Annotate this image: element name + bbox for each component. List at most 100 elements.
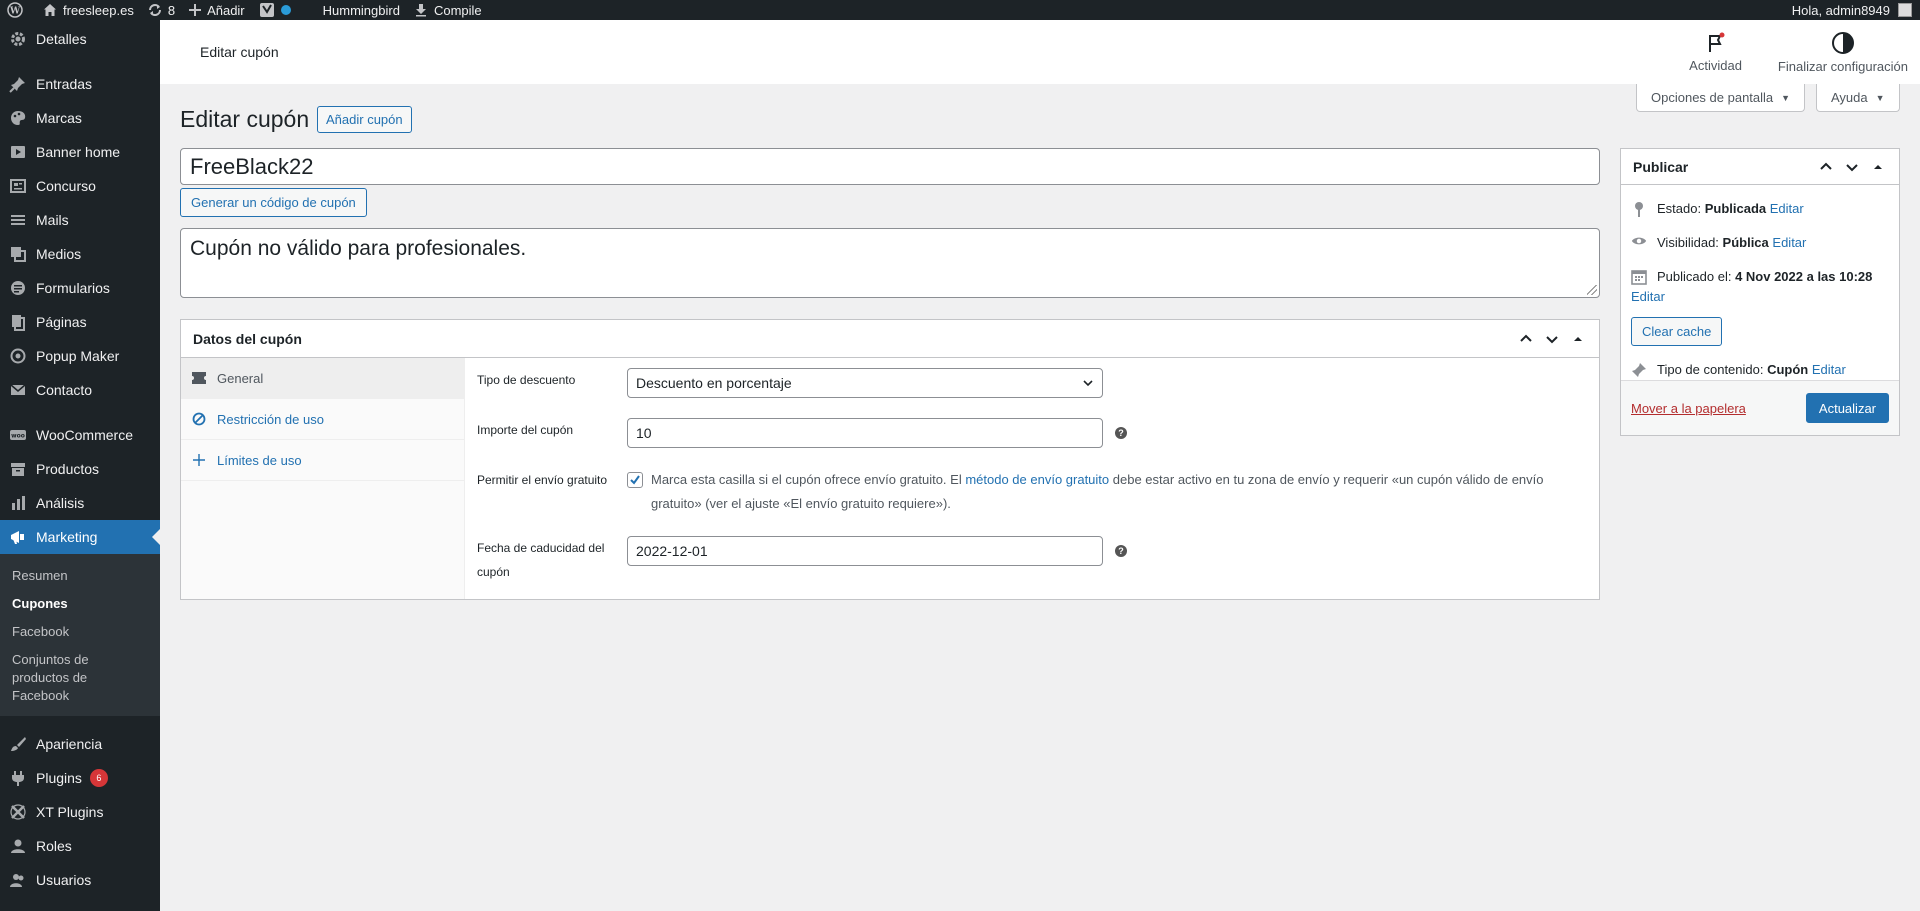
users-icon: [8, 870, 28, 890]
edit-published-date-link[interactable]: Editar: [1631, 287, 1665, 307]
sidebar-item-concurso[interactable]: Concurso: [0, 169, 160, 203]
hummingbird-link[interactable]: Hummingbird: [316, 0, 407, 20]
sidebar-item-detalles[interactable]: Detalles: [0, 22, 160, 56]
add-new-link[interactable]: Añadir: [182, 0, 252, 20]
pin-icon: [1631, 199, 1647, 217]
archive-icon: [8, 459, 28, 479]
content-type-label: Tipo de contenido:: [1657, 362, 1768, 377]
free-shipping-checkbox[interactable]: [627, 472, 643, 488]
checkmark-icon: [630, 475, 640, 485]
expiry-date-input[interactable]: 2022-12-01: [627, 536, 1103, 566]
site-name: freesleep.es: [63, 2, 134, 18]
coupon-code-input[interactable]: FreeBlack22: [180, 148, 1600, 185]
sidebar-item-usuarios[interactable]: Usuarios: [0, 863, 160, 897]
sidebar-item-roles[interactable]: Roles: [0, 829, 160, 863]
clear-cache-button[interactable]: Clear cache: [1631, 317, 1723, 346]
sidebar-item-label: XT Plugins: [36, 804, 104, 820]
wordpress-logo-button[interactable]: W: [0, 0, 36, 20]
compile-label: Compile: [433, 2, 482, 18]
chevron-up-icon[interactable]: [1513, 332, 1539, 346]
coupon-amount-input[interactable]: 10: [627, 418, 1103, 448]
submenu-item-facebook[interactable]: Facebook: [0, 618, 160, 646]
sidebar-item-productos[interactable]: Productos: [0, 452, 160, 486]
sidebar-item-contacto[interactable]: Contacto: [0, 373, 160, 407]
collapse-toggle-icon[interactable]: [1865, 162, 1891, 172]
move-to-trash-link[interactable]: Mover a la papelera: [1631, 401, 1746, 416]
collapse-toggle-icon[interactable]: [1565, 334, 1591, 344]
coupon-data-title: Datos del cupón: [193, 330, 302, 347]
calendar-icon: [1631, 267, 1647, 285]
sidebar-item-popup-maker[interactable]: Popup Maker: [0, 339, 160, 373]
update-button[interactable]: Actualizar: [1805, 393, 1889, 423]
finish-setup-button[interactable]: Finalizar configuración: [1772, 31, 1914, 74]
site-name-link[interactable]: freesleep.es: [36, 0, 141, 20]
free-shipping-method-link[interactable]: método de envío gratuito: [965, 472, 1109, 487]
chevron-down-icon[interactable]: [1839, 160, 1865, 174]
plus-icon: [189, 4, 202, 16]
edit-content-type-link[interactable]: Editar: [1812, 362, 1846, 377]
help-button[interactable]: Ayuda ▼: [1816, 84, 1900, 112]
published-label: Publicado el:: [1657, 269, 1736, 284]
my-account-link[interactable]: Hola, admin8949: [1785, 0, 1920, 20]
sidebar-item-label: Detalles: [36, 31, 87, 47]
general-fields-panel: Tipo de descuento Descuento en porcentaj…: [465, 358, 1599, 599]
caret-down-icon: ▼: [1781, 92, 1791, 103]
sidebar-item-formularios[interactable]: Formularios: [0, 271, 160, 305]
visibility-row: Visibilidad: Pública Editar: [1621, 233, 1899, 253]
sidebar-item-label: Apariencia: [36, 736, 103, 752]
woo-icon: woo: [8, 425, 28, 445]
seo-status-dot: [280, 5, 291, 15]
svg-text:W: W: [9, 7, 21, 17]
sidebar-item-label: Banner home: [36, 144, 121, 160]
sidebar-item-paginas[interactable]: Páginas: [0, 305, 160, 339]
sidebar-item-banner-home[interactable]: Banner home: [0, 135, 160, 169]
sidebar-item-woocommerce[interactable]: woo WooCommerce: [0, 418, 160, 452]
activity-button[interactable]: Actividad: [1683, 31, 1748, 74]
media-icon: [8, 244, 28, 264]
wordpress-icon: W: [7, 2, 23, 18]
coupon-data-tabs: General Restricción de uso Límites de us…: [181, 358, 465, 599]
help-label: Ayuda: [1831, 90, 1868, 105]
chevron-up-icon[interactable]: [1813, 160, 1839, 174]
header-title: Editar cupón: [200, 44, 279, 60]
finish-setup-label: Finalizar configuración: [1777, 58, 1908, 74]
sidebar-item-marcas[interactable]: Marcas: [0, 101, 160, 135]
tab-general[interactable]: General: [181, 358, 464, 399]
yoast-link[interactable]: [252, 0, 316, 20]
sidebar-item-entradas[interactable]: Entradas: [0, 67, 160, 101]
greeting: Hola, admin8949: [1791, 2, 1890, 18]
updates-count: 8: [167, 2, 176, 18]
add-coupon-button[interactable]: Añadir cupón: [317, 106, 412, 133]
sidebar-item-medios[interactable]: Medios: [0, 237, 160, 271]
help-tip-icon[interactable]: ?: [1115, 545, 1127, 557]
published-date-row: Publicado el: 4 Nov 2022 a las 10:28: [1621, 267, 1899, 287]
ticket-icon: [191, 372, 207, 384]
sidebar-item-apariencia[interactable]: Apariencia: [0, 727, 160, 761]
submenu-item-cupones[interactable]: Cupones: [0, 590, 160, 618]
coupon-description-textarea[interactable]: Cupón no válido para profesionales.: [180, 228, 1600, 298]
tab-usage-restriction[interactable]: Restricción de uso: [181, 399, 464, 440]
tab-usage-limits[interactable]: Límites de uso: [181, 440, 464, 481]
sidebar-item-mails[interactable]: Mails: [0, 203, 160, 237]
help-tip-icon[interactable]: ?: [1115, 427, 1127, 439]
eye-icon: [1631, 233, 1647, 247]
sidebar-item-xt-plugins[interactable]: XT Plugins: [0, 795, 160, 829]
compile-link[interactable]: Compile: [407, 0, 489, 20]
discount-type-select[interactable]: Descuento en porcentaje: [627, 368, 1103, 398]
generate-coupon-code-button[interactable]: Generar un código de cupón: [180, 188, 367, 217]
submenu-item-resumen[interactable]: Resumen: [0, 562, 160, 590]
marketing-submenu: Resumen Cupones Facebook Conjuntos de pr…: [0, 554, 160, 716]
edit-visibility-link[interactable]: Editar: [1772, 235, 1806, 250]
coupon-data-box: Datos del cupón General Restricción de u…: [180, 319, 1600, 600]
sidebar-item-plugins[interactable]: Plugins 6: [0, 761, 160, 795]
screen-options-button[interactable]: Opciones de pantalla ▼: [1636, 84, 1806, 112]
resize-handle-icon[interactable]: [1587, 285, 1597, 295]
sidebar-item-marketing[interactable]: Marketing: [0, 520, 160, 554]
updates-link[interactable]: 8: [141, 0, 182, 20]
edit-status-link[interactable]: Editar: [1770, 201, 1804, 216]
submenu-item-facebook-product-sets[interactable]: Conjuntos de productos de Facebook: [0, 646, 110, 710]
sidebar-item-label: Contacto: [36, 382, 93, 398]
sidebar-item-label: Popup Maker: [36, 348, 120, 364]
sidebar-item-analisis[interactable]: Análisis: [0, 486, 160, 520]
chevron-down-icon[interactable]: [1539, 332, 1565, 346]
